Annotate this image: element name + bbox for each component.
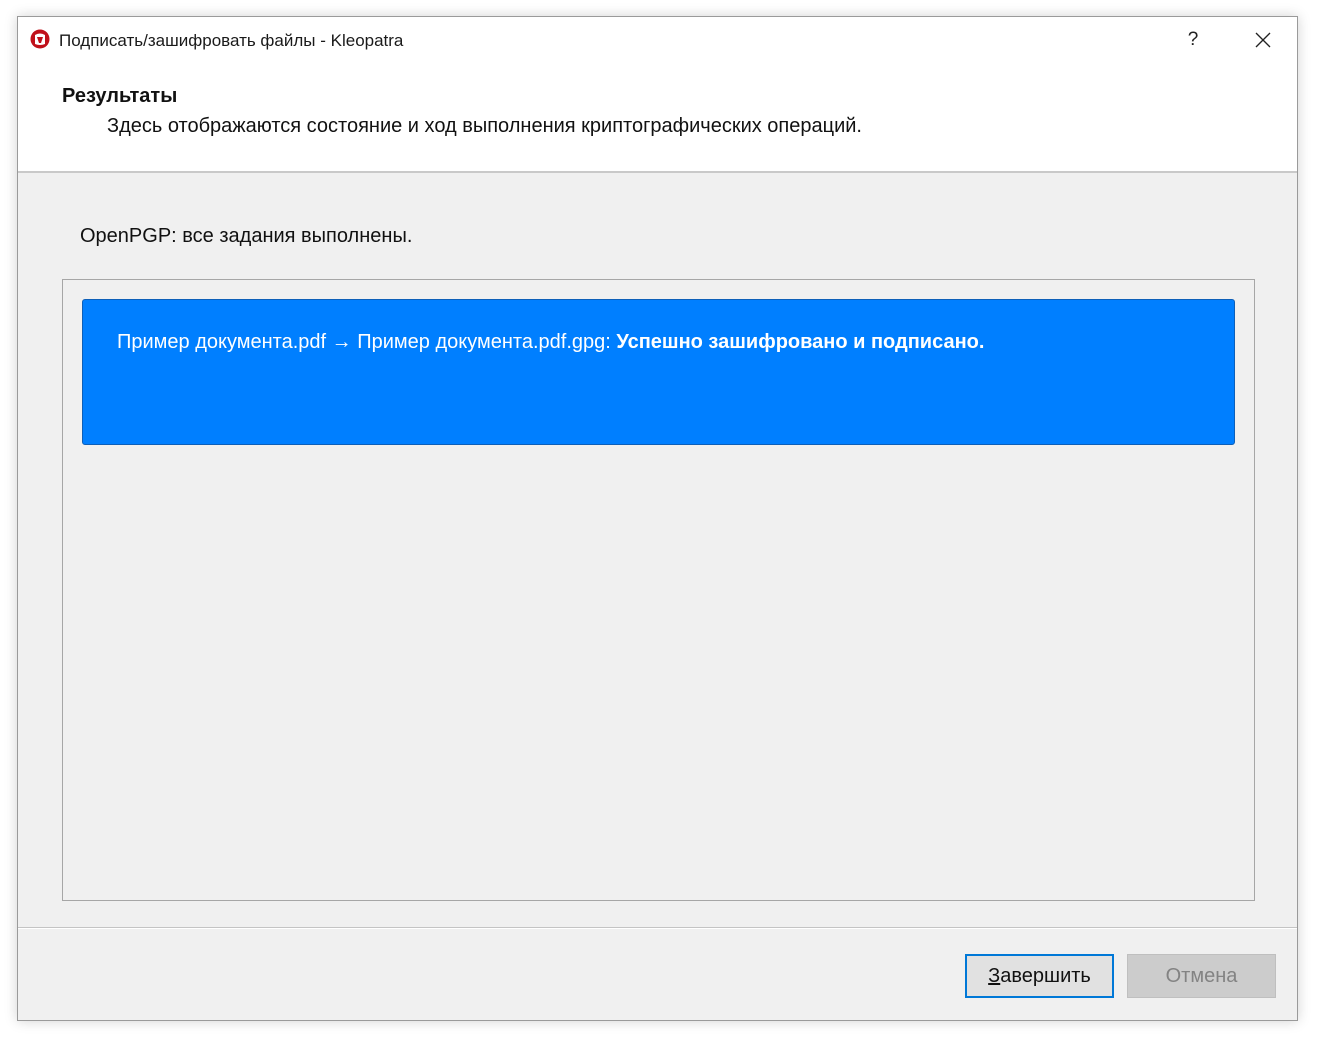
result-message: Успешно зашифровано и подписано. <box>616 331 985 353</box>
result-text: Пример документа.pdf → Пример документа.… <box>117 331 984 354</box>
page-subtitle: Здесь отображаются состояние и ход выпол… <box>107 115 862 137</box>
close-button[interactable] <box>1240 17 1286 63</box>
finish-label: авершить <box>1000 964 1091 987</box>
status-summary: OpenPGP: все задания выполнены. <box>80 225 413 247</box>
result-item: Пример документа.pdf → Пример документа.… <box>82 299 1235 445</box>
window-title: Подписать/зашифровать файлы - Kleopatra <box>59 31 404 50</box>
kleopatra-icon <box>30 29 50 49</box>
title-bar[interactable]: Подписать/зашифровать файлы - Kleopatra … <box>18 17 1297 63</box>
dialog-window: Подписать/зашифровать файлы - Kleopatra … <box>17 16 1298 1021</box>
source-file-name: Пример документа.pdf <box>117 331 327 353</box>
wizard-header: Результаты Здесь отображаются состояние … <box>18 63 1297 173</box>
help-button[interactable]: ? <box>1170 17 1216 63</box>
finish-button[interactable]: Завершить <box>965 954 1114 998</box>
cancel-button: Отмена <box>1127 954 1276 998</box>
finish-mnemonic: З <box>988 964 1001 987</box>
footer-divider <box>18 927 1297 929</box>
help-icon: ? <box>1187 29 1199 50</box>
results-list[interactable]: Пример документа.pdf → Пример документа.… <box>62 279 1255 901</box>
arrow-icon: → <box>331 331 352 353</box>
cancel-label: Отмена <box>1165 964 1238 987</box>
page-title: Результаты <box>62 85 178 107</box>
close-icon <box>1255 32 1271 48</box>
target-file-name: Пример документа.pdf.gpg: <box>357 331 611 353</box>
